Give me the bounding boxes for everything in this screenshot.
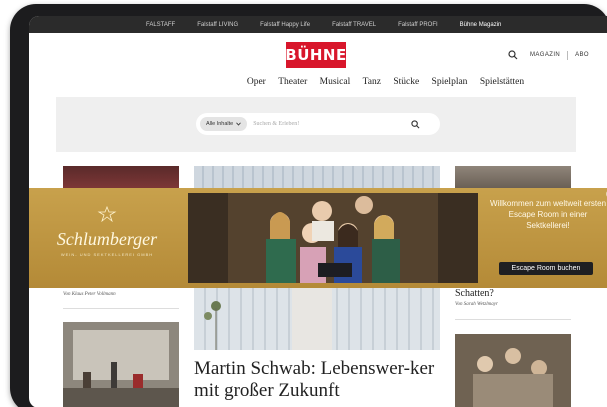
ad-copy-text: Willkommen zum weltweit ersten Escape Ro… xyxy=(489,199,607,230)
ad-brand-tagline: WEIN- UND SEKTKELLEREI GMBH xyxy=(60,252,154,257)
browser-viewport: FALSTAFF Falstaff LIVING Falstaff Happy … xyxy=(29,16,607,407)
content-filter-label: Alle Inhalte xyxy=(206,121,234,127)
network-link-falstaff-travel[interactable]: Falstaff TRAVEL xyxy=(321,22,387,28)
article-image-right-bottom[interactable] xyxy=(455,334,571,407)
search-input[interactable] xyxy=(253,121,404,127)
header-divider xyxy=(567,50,569,60)
nav-item-theater[interactable]: Theater xyxy=(278,77,307,87)
article-image-left-bottom[interactable] xyxy=(63,322,179,407)
ad-photo xyxy=(188,193,478,283)
ad-brand-block: Schlumberger WEIN- UND SEKTKELLEREI GMBH xyxy=(37,205,177,257)
article-headline-right[interactable]: Schatten? xyxy=(455,288,494,299)
search-submit-icon[interactable] xyxy=(411,119,420,129)
search-icon[interactable] xyxy=(508,50,518,60)
network-link-falstaff-living[interactable]: Falstaff LIVING xyxy=(186,22,249,28)
escape-room-group-illustration xyxy=(188,193,478,283)
article-divider-right xyxy=(455,319,571,320)
nav-item-tanz[interactable]: Tanz xyxy=(363,77,381,87)
search-bar: Alle Inhalte xyxy=(196,113,440,135)
article-divider-left xyxy=(63,308,179,309)
nav-item-stuecke[interactable]: Stücke xyxy=(393,77,419,87)
network-link-buehne-magazin[interactable]: Bühne Magazin xyxy=(449,22,513,33)
nav-item-spielplan[interactable]: Spielplan xyxy=(432,77,468,87)
escape-room-book-button[interactable]: Escape Room buchen xyxy=(499,262,593,275)
nav-item-spielstaetten[interactable]: Spielstätten xyxy=(480,77,524,87)
header-tools: MAGAZIN ABO xyxy=(508,50,589,60)
abo-link[interactable]: ABO xyxy=(575,52,589,58)
article-image-main-lower[interactable] xyxy=(194,286,440,350)
plant-illustration xyxy=(204,286,332,350)
article-byline-left: Von Klaus Peter Vollmann xyxy=(63,292,116,297)
magazin-link[interactable]: MAGAZIN xyxy=(530,52,560,58)
network-bar: FALSTAFF Falstaff LIVING Falstaff Happy … xyxy=(29,16,607,33)
nav-item-musical[interactable]: Musical xyxy=(320,77,351,87)
ad-brand-name: Schlumberger xyxy=(56,229,158,249)
group-photo-illustration xyxy=(455,334,571,407)
brand-crest-icon xyxy=(97,205,117,223)
network-link-falstaff[interactable]: FALSTAFF xyxy=(135,22,186,28)
network-link-falstaff-profi[interactable]: Falstaff PROFI xyxy=(387,22,449,28)
chevron-down-icon xyxy=(236,122,242,126)
article-byline-right: Von Sarah Wetzlmayr xyxy=(455,302,498,307)
advertisement-banner[interactable]: Schlumberger WEIN- UND SEKTKELLEREI GMBH xyxy=(29,188,607,288)
category-nav: Oper Theater Musical Tanz Stücke Spielpl… xyxy=(29,77,607,87)
network-link-falstaff-happy-life[interactable]: Falstaff Happy Life xyxy=(249,22,321,28)
main-article-headline[interactable]: Martin Schwab: Lebenswer-ker mit großer … xyxy=(194,358,444,402)
site-logo[interactable]: BÜHNE xyxy=(285,42,346,68)
stage-scene-illustration xyxy=(63,322,179,407)
search-section: Alle Inhalte xyxy=(56,97,576,152)
content-filter-dropdown[interactable]: Alle Inhalte xyxy=(200,117,248,131)
nav-item-oper[interactable]: Oper xyxy=(247,77,266,87)
tablet-frame: FALSTAFF Falstaff LIVING Falstaff Happy … xyxy=(10,4,607,407)
